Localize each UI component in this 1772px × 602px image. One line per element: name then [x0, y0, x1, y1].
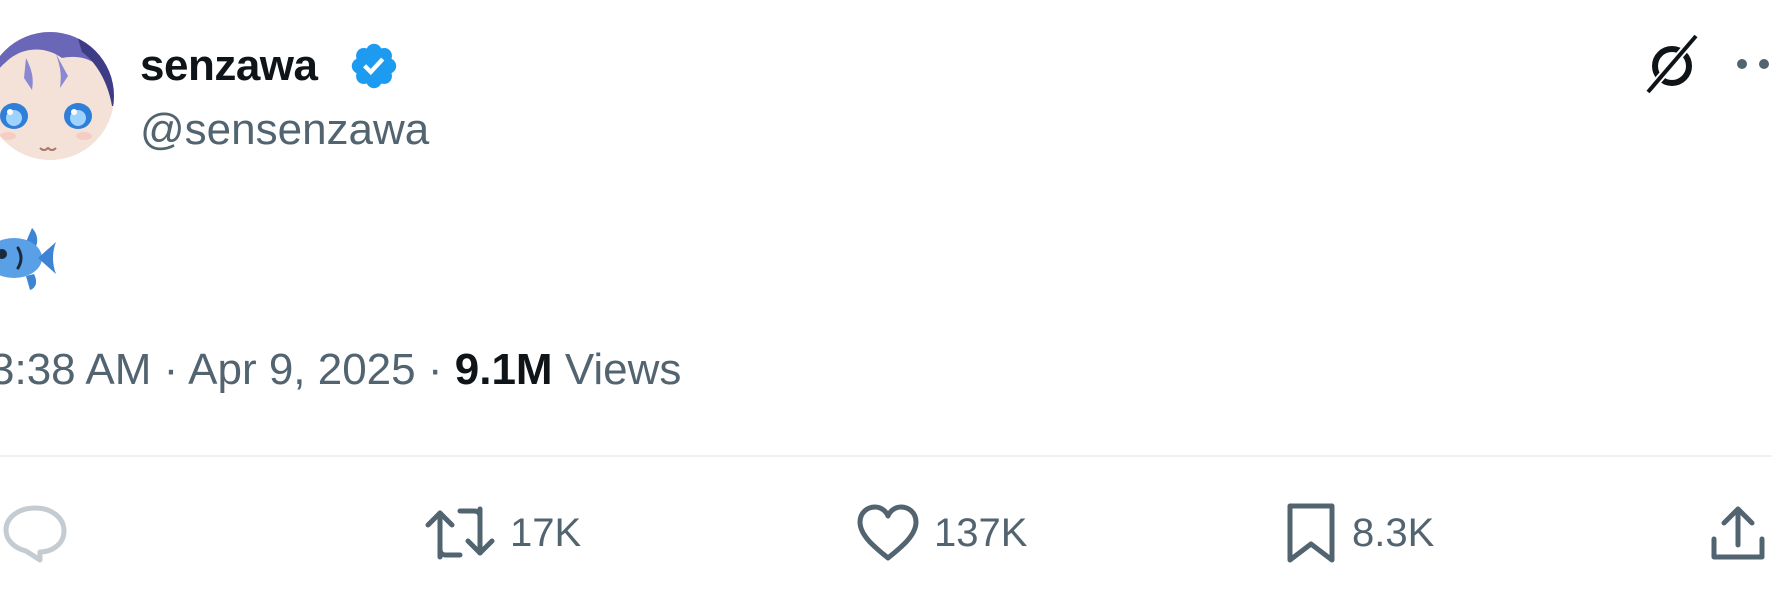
verified-badge-icon[interactable]	[348, 40, 400, 92]
bookmark-icon	[1287, 503, 1335, 563]
bookmark-count: 8.3K	[1352, 511, 1435, 555]
bookmark-button[interactable]: 8.3K	[1284, 498, 1434, 568]
retweet-button[interactable]: 17K	[424, 498, 581, 568]
views-count[interactable]: 9.1M	[455, 345, 553, 394]
divider	[0, 455, 1772, 457]
meta-separator: ·	[163, 345, 179, 394]
fish-emoji-icon	[0, 228, 56, 290]
like-button[interactable]: 137K	[856, 498, 1027, 568]
reply-button[interactable]	[2, 498, 82, 568]
avatar[interactable]	[0, 32, 114, 160]
more-icon[interactable]	[1732, 52, 1772, 76]
heart-icon	[857, 504, 919, 561]
reply-icon	[3, 505, 67, 563]
tweet-date[interactable]: Apr 9, 2025	[188, 345, 416, 394]
grok-icon[interactable]	[1644, 34, 1700, 94]
meta-separator: ·	[427, 345, 443, 394]
tweet-time[interactable]: 3:38 AM	[0, 345, 151, 394]
author-handle[interactable]: @sensenzawa	[140, 104, 429, 156]
retweet-icon	[425, 506, 495, 560]
like-count: 137K	[934, 511, 1028, 555]
retweet-count: 17K	[510, 511, 582, 555]
author-display-name[interactable]: senzawa	[140, 40, 318, 92]
tweet-meta: 3:38 AM · Apr 9, 2025 · 9.1M Views	[0, 344, 681, 396]
share-icon	[1711, 506, 1765, 560]
avatar-image	[0, 32, 114, 160]
share-button[interactable]	[1708, 498, 1768, 568]
views-label[interactable]: Views	[565, 345, 682, 394]
